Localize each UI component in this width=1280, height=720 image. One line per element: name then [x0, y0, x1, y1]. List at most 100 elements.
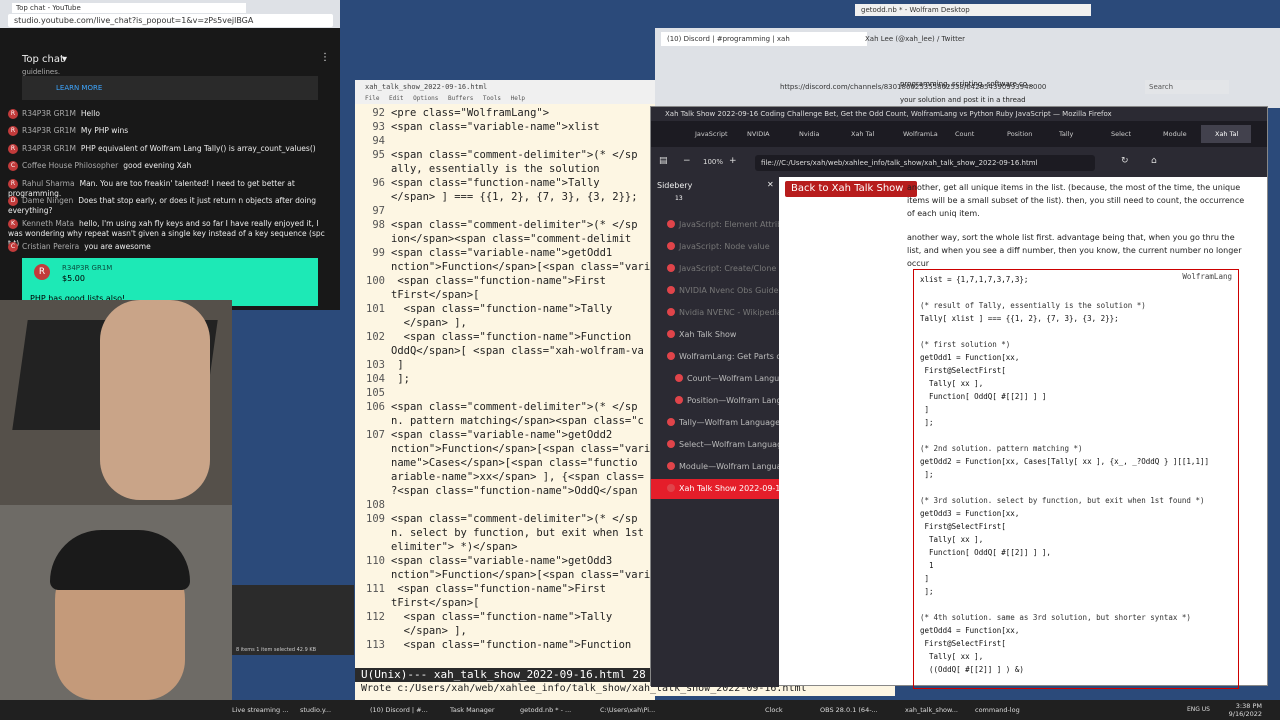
taskbar-item[interactable]: xah_talk_show...: [905, 704, 958, 716]
code-line[interactable]: n. pattern matching</span><span class="c: [355, 414, 655, 428]
language-indicator[interactable]: ENG US: [1187, 706, 1210, 713]
learn-more-link[interactable]: LEARN MORE: [56, 84, 102, 92]
zoom-in-icon[interactable]: +: [729, 156, 737, 166]
home-icon[interactable]: ⌂: [1151, 156, 1157, 166]
code-line[interactable]: n. select by function, but exit when 1st: [355, 526, 655, 540]
taskbar-item[interactable]: command-log: [975, 704, 1020, 716]
code-line[interactable]: </span> ],: [355, 624, 655, 638]
code-line[interactable]: elimiter"> *)</span>: [355, 540, 655, 554]
sidebery-tab-item[interactable]: JavaScript: Node value: [651, 237, 779, 257]
code-line[interactable]: ally, essentially is the solution: [355, 162, 655, 176]
code-line[interactable]: ariable-name">xx</span> ], {<span class=: [355, 470, 655, 484]
code-line[interactable]: 113 <span class="function-name">Function: [355, 638, 655, 652]
taskbar-item[interactable]: Clock: [765, 704, 783, 716]
chat-author[interactable]: Cristian Pereira: [22, 242, 79, 251]
code-line[interactable]: ion</span><span class="comment-delimit: [355, 232, 655, 246]
code-line[interactable]: 101 <span class="function-name">Tally: [355, 302, 655, 316]
code-line[interactable]: tFirst</span>[: [355, 288, 655, 302]
sidebery-tab-item[interactable]: NVIDIA Nvenc Obs Guide | G: [651, 281, 779, 301]
code-line[interactable]: nction">Function</span>[<span class="var…: [355, 260, 707, 274]
browser-tab[interactable]: Select: [1097, 125, 1147, 143]
sidebery-tab-item[interactable]: Position—Wolfram Langua: [651, 391, 779, 411]
discord-tab[interactable]: (10) Discord | #programming | xah: [661, 32, 867, 46]
taskbar-item[interactable]: (10) Discord | #...: [370, 704, 428, 716]
code-line[interactable]: 108: [355, 498, 655, 512]
chat-author[interactable]: Rahul Sharma: [22, 179, 75, 188]
browser-tab[interactable]: JavaScript: [681, 125, 731, 143]
sidebery-tab-item[interactable]: Xah Talk Show: [651, 325, 779, 345]
sidebery-title[interactable]: Sidebery: [657, 181, 692, 190]
taskbar-item[interactable]: studio.y...: [300, 704, 331, 716]
code-line[interactable]: 99 <span class="variable-name">getOdd1: [355, 246, 655, 260]
code-line[interactable]: 110 <span class="variable-name">getOdd3: [355, 554, 655, 568]
taskbar-item[interactable]: OBS 28.0.1 (64-...: [820, 704, 878, 716]
chat-author[interactable]: Dame Ningen: [22, 196, 73, 205]
code-line[interactable]: 100 <span class="function-name">First: [355, 274, 655, 288]
taskbar-item[interactable]: Task Manager: [450, 704, 495, 716]
top-chat-label[interactable]: Top chat: [22, 54, 64, 65]
taskbar-clock[interactable]: 3:38 PM 9/16/2022: [1229, 702, 1262, 718]
browser-tab[interactable]: Xah Tal: [1201, 125, 1251, 143]
more-icon[interactable]: ⋮: [320, 52, 330, 63]
code-line[interactable]: tFirst</span>[: [355, 596, 655, 610]
browser-tab[interactable]: Xah Tal: [837, 125, 887, 143]
browser-tab[interactable]: Module: [1149, 125, 1199, 143]
code-line[interactable]: OddQ</span>[ <span class="xah-wolfram-va: [355, 344, 655, 358]
reload-icon[interactable]: ↻: [1121, 156, 1129, 166]
chat-url[interactable]: studio.youtube.com/live_chat?is_popout=1…: [8, 14, 333, 27]
sidebar-toggle-icon[interactable]: ▤: [659, 156, 668, 166]
chevron-down-icon[interactable]: ▾: [62, 54, 67, 65]
sidebery-tab-item[interactable]: Count—Wolfram Language: [651, 369, 779, 389]
browser-tab[interactable]: Tally: [1045, 125, 1095, 143]
back-to-show-button[interactable]: Back to Xah Talk Show: [785, 181, 917, 197]
browser-tab[interactable]: WolframLa: [889, 125, 939, 143]
firefox-url[interactable]: file:///C:/Users/xah/web/xahlee_info/tal…: [755, 155, 1095, 171]
chat-author[interactable]: R34P3R GR1M: [22, 144, 76, 153]
browser-tab[interactable]: Count: [941, 125, 991, 143]
code-line[interactable]: 104 ];: [355, 372, 655, 386]
chat-author[interactable]: R34P3R GR1M: [22, 109, 76, 118]
emacs-menubar[interactable]: File Edit Options Buffers Tools Help: [355, 94, 655, 104]
code-line[interactable]: 109 <span class="comment-delimiter">(* </…: [355, 512, 655, 526]
code-line[interactable]: 94: [355, 134, 655, 148]
browser-tab[interactable]: Position: [993, 125, 1043, 143]
code-line[interactable]: </span> ] === {{1, 2}, {7, 3}, {3, 2}};: [355, 190, 655, 204]
code-line[interactable]: </span> ],: [355, 316, 655, 330]
code-line[interactable]: 105: [355, 386, 655, 400]
code-line[interactable]: 102 <span class="function-name">Function: [355, 330, 655, 344]
code-line[interactable]: 98 <span class="comment-delimiter">(* </s…: [355, 218, 655, 232]
taskbar-item[interactable]: C:\Users\xah\Pi...: [600, 704, 655, 716]
sidebery-tab-item[interactable]: Select—Wolfram Language: [651, 435, 779, 455]
taskbar-item[interactable]: getodd.nb * - ...: [520, 704, 571, 716]
sidebery-tab-item[interactable]: JavaScript: Create/Clone Ele: [651, 259, 779, 279]
sidebery-tab-item[interactable]: Nvidia NVENC - Wikipedia: [651, 303, 779, 323]
code-line[interactable]: 107 <span class="variable-name">getOdd2: [355, 428, 655, 442]
code-line[interactable]: 106 <span class="comment-delimiter">(* </…: [355, 400, 655, 414]
code-line[interactable]: 92 <pre class="WolframLang">: [355, 106, 655, 120]
code-line[interactable]: 112 <span class="function-name">Tally: [355, 610, 655, 624]
sidebery-tab-item[interactable]: JavaScript: Element Attribute: [651, 215, 779, 235]
chat-author[interactable]: Kenneth Mata: [22, 219, 74, 228]
taskbar-item[interactable]: Live streaming ...: [232, 704, 288, 716]
code-line[interactable]: 97: [355, 204, 655, 218]
browser-tab[interactable]: Nvidia: [785, 125, 835, 143]
chat-author[interactable]: Coffee House Philosopher: [22, 161, 118, 170]
code-line[interactable]: 111 <span class="function-name">First: [355, 582, 655, 596]
browser-tab[interactable]: NVIDIA: [733, 125, 783, 143]
superchat-card[interactable]: R R34P3R GR1M $5.00 PHP has good lists a…: [22, 258, 318, 306]
code-line[interactable]: nction">Function</span>[<span class="var…: [355, 442, 707, 456]
discord-search[interactable]: Search: [1145, 80, 1229, 94]
close-icon[interactable]: ✕: [767, 180, 774, 189]
sidebery-tab-item[interactable]: WolframLang: Get Parts of L: [651, 347, 779, 367]
code-line[interactable]: ?<span class="function-name">OddQ</span: [355, 484, 655, 498]
code-line[interactable]: 93 <span class="variable-name">xlist: [355, 120, 655, 134]
sidebery-tab-item[interactable]: Tally—Wolfram Language D: [651, 413, 779, 433]
sidebery-tab-item[interactable]: Module—Wolfram Language: [651, 457, 779, 477]
code-line[interactable]: nction">Function</span>[<span class="var…: [355, 568, 707, 582]
chat-tab-title[interactable]: Top chat - YouTube: [12, 3, 246, 13]
code-line[interactable]: 95 <span class="comment-delimiter">(* </s…: [355, 148, 655, 162]
zoom-out-icon[interactable]: −: [683, 156, 691, 166]
code-line[interactable]: 103 ]: [355, 358, 655, 372]
twitter-tab[interactable]: Xah Lee (@xah_lee) / Twitter: [865, 32, 1015, 46]
code-line[interactable]: name">Cases</span>[<span class="functio: [355, 456, 655, 470]
